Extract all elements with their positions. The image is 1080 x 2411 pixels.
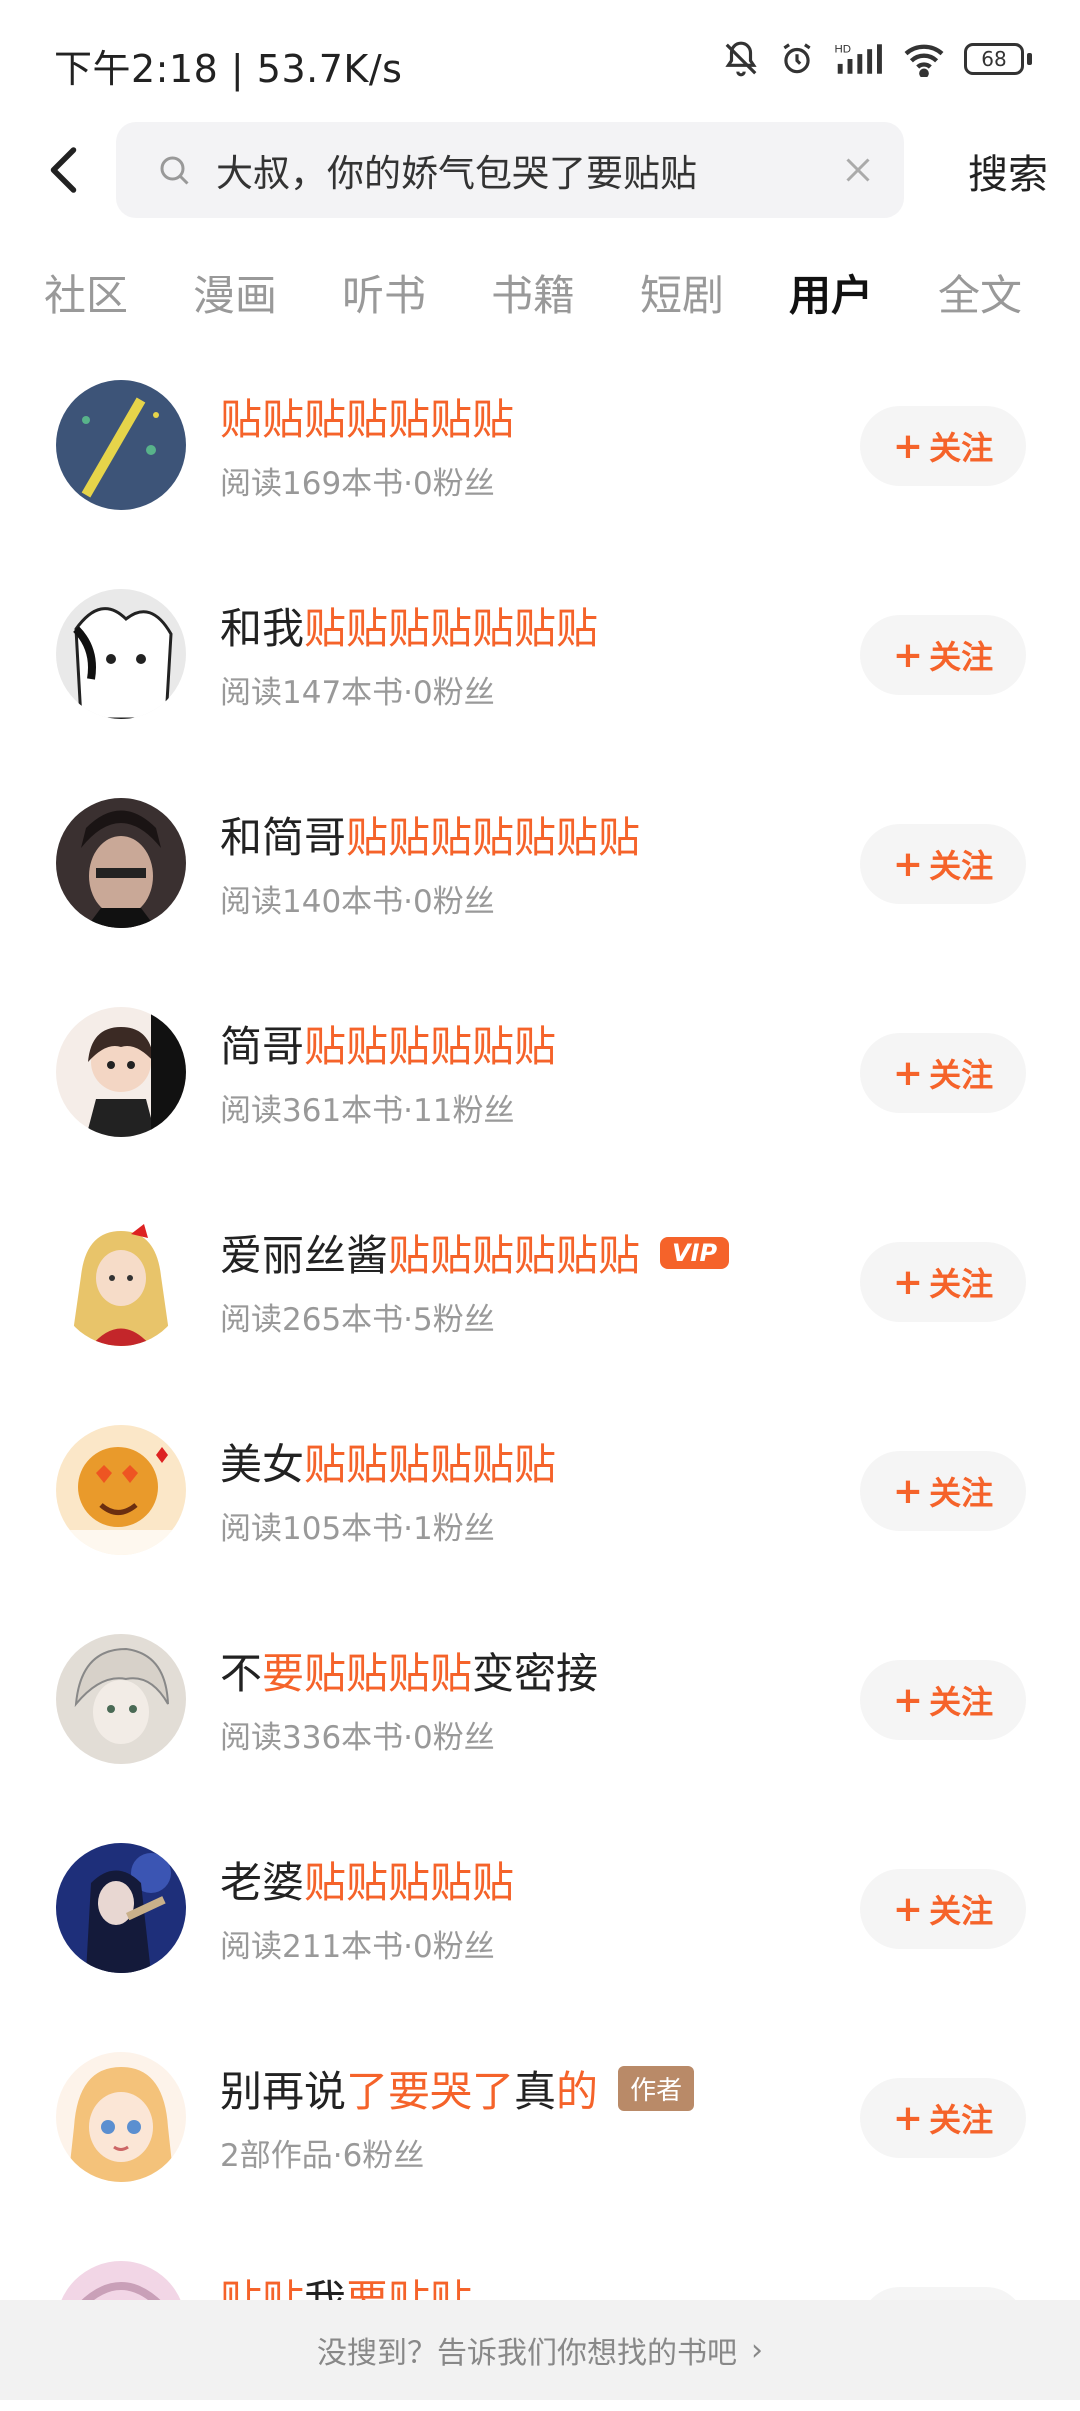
avatar bbox=[56, 589, 186, 719]
user-name: 和简哥 贴贴贴贴贴贴贴 bbox=[220, 813, 641, 862]
user-stats: 阅读265本书·5粉丝 bbox=[220, 1302, 495, 1338]
signal-icon: HD bbox=[834, 43, 882, 74]
tab-comics[interactable]: 漫画 bbox=[193, 262, 277, 323]
user-row[interactable]: 和简哥 贴贴贴贴贴贴贴 阅读140本书·0粉丝 + 关注 bbox=[0, 768, 1080, 948]
follow-button[interactable]: + 关注 bbox=[860, 615, 1026, 695]
avatar bbox=[56, 1634, 186, 1764]
avatar bbox=[56, 1843, 186, 1973]
user-row[interactable]: 别再说 了要哭了真的作者 2部作品·6粉丝 + 关注 bbox=[0, 2022, 1080, 2202]
tab-short-dramas[interactable]: 短剧 bbox=[640, 262, 724, 323]
plus-icon: + bbox=[892, 1052, 924, 1094]
search-row: 搜索 bbox=[0, 118, 1080, 222]
follow-button[interactable]: + 关注 bbox=[860, 1660, 1026, 1740]
back-arrow-icon bbox=[50, 147, 77, 193]
battery-level: 68 bbox=[981, 47, 1007, 71]
clear-icon[interactable] bbox=[840, 152, 876, 188]
follow-button[interactable]: + 关注 bbox=[860, 1242, 1026, 1322]
plus-icon: + bbox=[892, 1470, 924, 1512]
plus-icon: + bbox=[892, 1888, 924, 1930]
feedback-text: 没搜到？告诉我们你想找的书吧 bbox=[317, 2336, 737, 2371]
bell-off-icon bbox=[725, 41, 757, 77]
user-stats: 阅读147本书·0粉丝 bbox=[220, 675, 495, 711]
user-stats: 2部作品·6粉丝 bbox=[220, 2138, 425, 2174]
plus-icon: + bbox=[892, 1679, 924, 1721]
back-button[interactable] bbox=[36, 140, 96, 200]
user-name: 和我 贴贴贴贴贴贴贴 bbox=[220, 604, 599, 653]
follow-button[interactable]: + 关注 bbox=[860, 1451, 1026, 1531]
battery-icon: 68 bbox=[964, 43, 1032, 75]
user-name: 简哥 贴贴贴贴贴贴 bbox=[220, 1022, 557, 1071]
user-name: 爱丽丝酱 贴贴贴贴贴贴 VIP bbox=[220, 1222, 730, 1283]
user-row[interactable]: 爱丽丝酱 贴贴贴贴贴贴 VIP 阅读265本书·5粉丝 + 关注 bbox=[0, 1186, 1080, 1366]
svg-text:HD: HD bbox=[834, 43, 851, 55]
follow-button[interactable]: + 关注 bbox=[860, 1033, 1026, 1113]
tab-community[interactable]: 社区 bbox=[44, 262, 128, 323]
plus-icon: + bbox=[892, 425, 924, 467]
search-input[interactable] bbox=[216, 122, 816, 218]
tab-books[interactable]: 书籍 bbox=[491, 262, 575, 323]
feedback-bar[interactable]: 没搜到？告诉我们你想找的书吧 › bbox=[0, 2300, 1080, 2400]
user-name: 贴贴贴贴贴贴贴 bbox=[220, 395, 515, 444]
user-name: 老婆 贴贴贴贴贴 bbox=[220, 1858, 515, 1907]
status-icons: HD 68 bbox=[722, 40, 1032, 78]
user-stats: 阅读336本书·0粉丝 bbox=[220, 1720, 495, 1756]
follow-button[interactable]: + 关注 bbox=[860, 824, 1026, 904]
tab-audiobooks[interactable]: 听书 bbox=[342, 262, 426, 323]
avatar bbox=[56, 380, 186, 510]
user-row[interactable]: 简哥 贴贴贴贴贴贴 阅读361本书·11粉丝 + 关注 bbox=[0, 977, 1080, 1157]
user-stats: 阅读140本书·0粉丝 bbox=[220, 884, 495, 920]
user-stats: 阅读361本书·11粉丝 bbox=[220, 1093, 515, 1129]
status-time: 下午2:18 | 53.7K/s bbox=[54, 47, 403, 91]
user-name: 别再说 了要哭了真的作者 bbox=[220, 2058, 695, 2119]
avatar bbox=[56, 1216, 186, 1346]
avatar bbox=[56, 798, 186, 928]
tab-users[interactable]: 用户 bbox=[789, 262, 873, 323]
user-stats: 阅读169本书·0粉丝 bbox=[220, 466, 495, 502]
user-row[interactable]: 贴贴贴贴贴贴贴 阅读169本书·0粉丝 + 关注 bbox=[0, 350, 1080, 530]
wifi-icon bbox=[904, 44, 944, 77]
avatar bbox=[56, 1425, 186, 1555]
category-tabs: 社区 漫画 听书 书籍 短剧 用户 全文 bbox=[0, 252, 1080, 332]
plus-icon: + bbox=[892, 1261, 924, 1303]
avatar bbox=[56, 1007, 186, 1137]
tab-fulltext[interactable]: 全文 bbox=[938, 262, 1022, 323]
follow-button[interactable]: + 关注 bbox=[860, 2078, 1026, 2158]
user-row[interactable]: 美女 贴贴贴贴贴贴 阅读105本书·1粉丝 + 关注 bbox=[0, 1395, 1080, 1575]
user-stats: 阅读105本书·1粉丝 bbox=[220, 1511, 495, 1547]
vip-badge: VIP bbox=[660, 1236, 730, 1269]
avatar bbox=[56, 2052, 186, 2182]
user-name: 不要贴贴贴贴 变密接 bbox=[220, 1649, 599, 1698]
user-name: 美女 贴贴贴贴贴贴 bbox=[220, 1440, 557, 1489]
author-badge: 作者 bbox=[618, 2066, 695, 2111]
plus-icon: + bbox=[892, 843, 924, 885]
search-box[interactable] bbox=[116, 122, 904, 218]
user-row[interactable]: 和我 贴贴贴贴贴贴贴 阅读147本书·0粉丝 + 关注 bbox=[0, 559, 1080, 739]
plus-icon: + bbox=[892, 634, 924, 676]
follow-button[interactable]: + 关注 bbox=[860, 1869, 1026, 1949]
user-row[interactable]: 老婆 贴贴贴贴贴 阅读211本书·0粉丝 + 关注 bbox=[0, 1813, 1080, 1993]
alarm-icon bbox=[783, 43, 811, 74]
user-row[interactable]: 不要贴贴贴贴 变密接 阅读336本书·0粉丝 + 关注 bbox=[0, 1604, 1080, 1784]
follow-button[interactable]: + 关注 bbox=[860, 406, 1026, 486]
search-button[interactable]: 搜索 bbox=[968, 142, 1048, 200]
plus-icon: + bbox=[892, 2097, 924, 2139]
status-bar: 下午2:18 | 53.7K/s HD 68 bbox=[0, 0, 1080, 120]
user-stats: 阅读211本书·0粉丝 bbox=[220, 1929, 495, 1965]
chevron-right-icon: › bbox=[751, 2332, 763, 2368]
search-icon bbox=[160, 156, 189, 185]
